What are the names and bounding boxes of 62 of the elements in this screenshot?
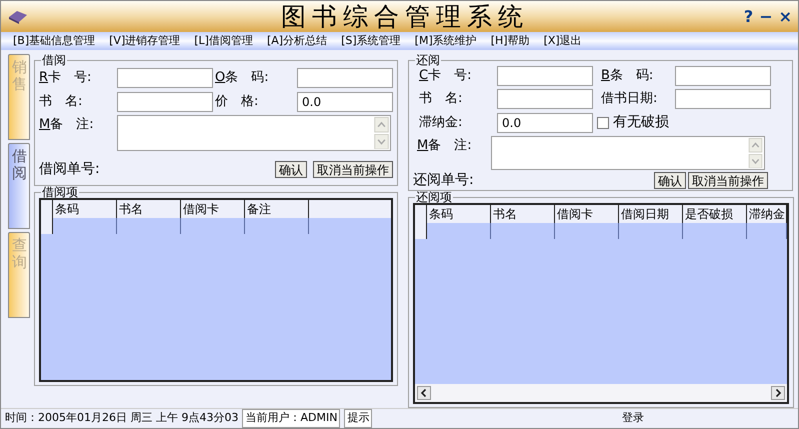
action-button[interactable]: 取消当前操作: [688, 172, 768, 189]
scrollbar[interactable]: [748, 138, 763, 168]
memo-field[interactable]: [491, 136, 765, 170]
field-label: O条 码:: [215, 69, 270, 88]
input-field[interactable]: 0.0: [497, 112, 593, 132]
scroll-down-icon[interactable]: [374, 134, 389, 149]
status-text: 时间：2005年01月26日 周三 上午 9点43分03: [5, 410, 238, 426]
action-button[interactable]: 确认: [654, 172, 686, 189]
scroll-down-icon[interactable]: [748, 154, 763, 168]
field-label: 借书日期:: [600, 90, 658, 108]
field-label: R卡 号:: [39, 69, 92, 88]
memo-field[interactable]: [117, 115, 391, 151]
field-label: M备 注:: [416, 137, 473, 155]
horizontal-scrollbar[interactable]: [415, 384, 787, 402]
group-title: 还阅: [415, 54, 441, 66]
menu-item[interactable]: [H]帮助: [490, 32, 530, 50]
order-number-label: 还阅单号:: [413, 171, 474, 190]
menu-item[interactable]: [M]系统维护: [414, 32, 477, 50]
field-label: 滞纳金:: [418, 114, 464, 132]
input-field[interactable]: [497, 66, 593, 86]
field-label: 书 名:: [39, 93, 84, 112]
action-button[interactable]: 取消当前操作: [313, 161, 393, 178]
menu-item[interactable]: [X]退出: [544, 32, 582, 50]
input-field[interactable]: [297, 68, 393, 88]
input-field[interactable]: [117, 92, 213, 112]
field-label: M备 注:: [39, 116, 95, 134]
menu-item[interactable]: [A]分析总结: [266, 32, 328, 50]
menu-item[interactable]: [S]系统管理: [341, 32, 401, 50]
scroll-right-icon[interactable]: [771, 386, 785, 400]
status-text: 登录: [622, 410, 644, 426]
book-icon: [7, 8, 29, 24]
group-title: 还阅项: [415, 191, 453, 203]
scrollbar[interactable]: [374, 117, 389, 149]
order-number-label: 借阅单号:: [39, 160, 100, 179]
field-label: B条 码:: [600, 67, 654, 86]
input-field[interactable]: [675, 89, 771, 109]
group-title: 借阅: [41, 54, 67, 66]
menu-item[interactable]: [B]基础信息管理: [13, 32, 96, 50]
status-text: 当前用户：ADMIN: [242, 409, 340, 428]
menu-item[interactable]: [V]进销存管理: [109, 32, 180, 50]
grid-row[interactable]: [415, 223, 787, 239]
close-button[interactable]: ×: [778, 8, 792, 24]
checkbox[interactable]: [597, 116, 609, 128]
field-label: 书 名:: [418, 90, 464, 108]
scroll-up-icon[interactable]: [374, 117, 389, 132]
input-field[interactable]: [497, 89, 593, 109]
side-tab[interactable]: 借阅: [8, 143, 30, 229]
menu-item[interactable]: [L]借阅管理: [194, 32, 253, 50]
scroll-left-icon[interactable]: [417, 386, 431, 400]
group-title: 借阅项: [41, 186, 79, 198]
action-button[interactable]: 确认: [275, 161, 307, 178]
status-text: 提示: [344, 409, 372, 428]
input-field[interactable]: [117, 68, 213, 88]
minimize-button[interactable]: −: [759, 8, 773, 24]
field-label: 价 格:: [215, 93, 260, 112]
input-field[interactable]: 0.0: [297, 92, 393, 112]
help-button[interactable]: ?: [744, 8, 754, 24]
checkbox-label: 有无破损: [613, 113, 669, 132]
scroll-up-icon[interactable]: [748, 138, 763, 152]
input-field[interactable]: [675, 66, 771, 86]
window-title: 图书综合管理系统: [281, 2, 529, 32]
field-label: C卡 号:: [418, 67, 472, 86]
